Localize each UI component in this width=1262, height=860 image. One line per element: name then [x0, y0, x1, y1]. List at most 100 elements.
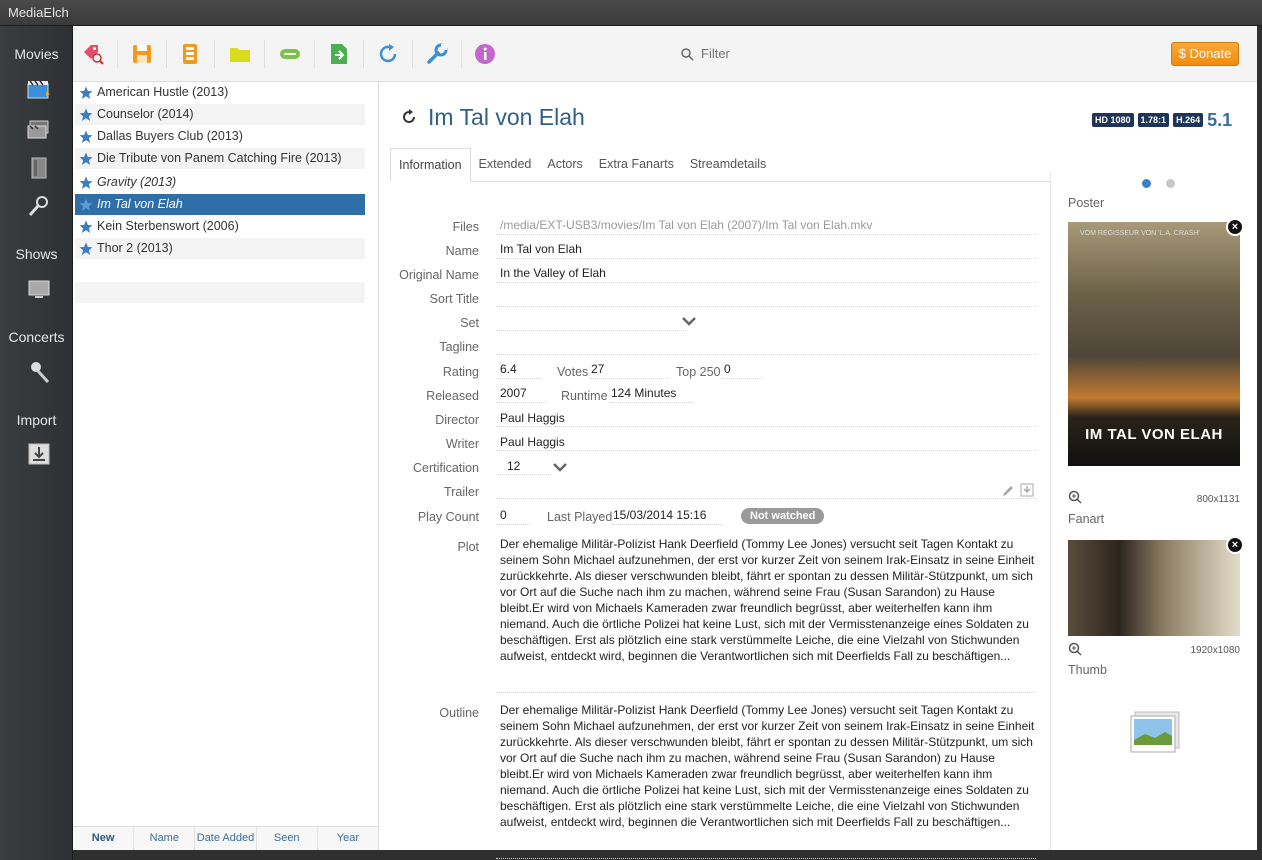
- about-icon[interactable]: [473, 42, 497, 66]
- remove-fanart-icon[interactable]: ×: [1226, 536, 1244, 554]
- certification-icon[interactable]: [26, 194, 52, 218]
- movie-list-item[interactable]: American Hustle (2013): [75, 82, 365, 103]
- search-icon: [681, 48, 694, 61]
- movie-sets-icon[interactable]: [26, 118, 52, 142]
- edit-icon[interactable]: [1001, 484, 1015, 498]
- rating-label: Rating: [442, 365, 479, 379]
- settings-icon[interactable]: [425, 42, 449, 66]
- movie-list-item[interactable]: Dallas Buyers Club (2013): [75, 126, 365, 147]
- tab-extended[interactable]: Extended: [471, 148, 540, 181]
- zoom-in-icon[interactable]: [1068, 490, 1082, 504]
- main-area: Filter $ Donate American Hustle (2013) C…: [73, 26, 1257, 859]
- poster-resolution: 800x1131: [1196, 494, 1240, 505]
- field-divider: [611, 524, 723, 525]
- movie-title: Dallas Buyers Club (2013): [97, 129, 243, 143]
- watched-status-badge[interactable]: Not watched: [741, 508, 825, 524]
- top250-label: Top 250: [676, 365, 721, 379]
- sort-tab-name[interactable]: Name: [134, 827, 196, 850]
- reload-icon[interactable]: [376, 42, 400, 66]
- toolbar-divider: [412, 40, 413, 68]
- field-divider: [496, 282, 1036, 283]
- revert-icon[interactable]: [400, 108, 418, 126]
- last-played-field[interactable]: 15/03/2014 15:16: [613, 508, 706, 522]
- outline-field[interactable]: Der ehemalige Militär-Polizist Hank Deer…: [500, 702, 1036, 830]
- writer-field[interactable]: Paul Haggis: [500, 435, 565, 449]
- save-all-icon[interactable]: [178, 42, 202, 66]
- open-folder-icon[interactable]: [228, 42, 252, 66]
- tv-icon[interactable]: [26, 278, 52, 302]
- certification-select[interactable]: 12: [507, 459, 520, 473]
- name-field[interactable]: Im Tal von Elah: [500, 242, 582, 256]
- page-dot-active[interactable]: [1142, 179, 1151, 188]
- field-divider: [722, 378, 762, 379]
- set-label: Set: [460, 316, 479, 330]
- sort-title-label: Sort Title: [429, 292, 479, 306]
- save-icon[interactable]: [130, 42, 154, 66]
- star-icon: [79, 152, 93, 165]
- trailer-label: Trailer: [444, 485, 479, 499]
- movie-list-item[interactable]: Gravity (2013): [75, 172, 365, 193]
- fanart-image[interactable]: [1068, 540, 1240, 636]
- nav-shows-label[interactable]: Shows: [0, 246, 73, 262]
- movie-list-item[interactable]: Thor 2 (2013): [75, 238, 365, 259]
- movie-list-item[interactable]: Counselor (2014): [75, 104, 365, 125]
- nav-concerts-label[interactable]: Concerts: [0, 329, 73, 345]
- sort-tab-new[interactable]: New: [73, 827, 135, 850]
- rename-icon[interactable]: [278, 42, 302, 66]
- movie-list-item-selected[interactable]: Im Tal von Elah: [75, 194, 365, 215]
- remove-poster-icon[interactable]: ×: [1226, 218, 1244, 236]
- star-icon: [79, 130, 93, 143]
- writer-label: Writer: [445, 437, 479, 451]
- sort-tab-year[interactable]: Year: [318, 827, 380, 850]
- sort-tab-seen[interactable]: Seen: [257, 827, 318, 850]
- app-window: MediaElch Movies Shows Concerts Import F…: [0, 0, 1262, 860]
- nav-movies-label[interactable]: Movies: [0, 46, 73, 62]
- genres-icon[interactable]: [26, 156, 52, 180]
- set-select[interactable]: [500, 314, 700, 330]
- top250-field[interactable]: 0: [724, 362, 731, 376]
- rating-field[interactable]: 6.4: [500, 362, 517, 376]
- poster-image[interactable]: VOM REGISSEUR VON 'L.A. CRASH' IM TAL VO…: [1068, 222, 1240, 466]
- donate-button[interactable]: $ Donate: [1171, 42, 1239, 66]
- aspect-badge: 1.78:1: [1137, 113, 1170, 127]
- play-count-field[interactable]: 0: [500, 508, 507, 522]
- toolbar-divider: [461, 40, 462, 68]
- sort-tab-date-added[interactable]: Date Added: [195, 827, 257, 850]
- released-field[interactable]: 2007: [500, 386, 527, 400]
- download-icon[interactable]: [1020, 483, 1034, 497]
- chevron-down-icon[interactable]: [552, 462, 568, 472]
- export-icon[interactable]: [327, 42, 351, 66]
- image-placeholder-icon[interactable]: [1129, 710, 1181, 754]
- field-divider: [496, 498, 1036, 499]
- movies-icon[interactable]: [26, 78, 52, 102]
- votes-field[interactable]: 27: [591, 362, 604, 376]
- field-divider: [609, 402, 693, 403]
- movie-list-item[interactable]: Die Tribute von Panem Catching Fire (201…: [75, 148, 365, 169]
- director-field[interactable]: Paul Haggis: [500, 411, 565, 425]
- movie-list-item[interactable]: Kein Sterbenswort (2006): [75, 216, 365, 237]
- import-icon[interactable]: [26, 442, 52, 466]
- director-label: Director: [435, 413, 479, 427]
- zoom-in-icon[interactable]: [1068, 642, 1082, 656]
- last-played-label: Last Played: [547, 510, 613, 524]
- tab-extra-fanarts[interactable]: Extra Fanarts: [591, 148, 682, 181]
- tab-information[interactable]: Information: [390, 148, 471, 182]
- movie-list: American Hustle (2013) Counselor (2014) …: [73, 82, 380, 850]
- original-name-field[interactable]: In the Valley of Elah: [500, 266, 606, 280]
- filter-placeholder: Filter: [701, 46, 730, 61]
- star-icon: [79, 220, 93, 233]
- plot-field[interactable]: Der ehemalige Militär-Polizist Hank Deer…: [500, 536, 1036, 664]
- field-divider: [496, 426, 1036, 427]
- filter-input[interactable]: Filter: [677, 43, 877, 65]
- images-panel: Poster VOM REGISSEUR VON 'L.A. CRASH' IM…: [1050, 172, 1250, 850]
- tab-actors[interactable]: Actors: [539, 148, 590, 181]
- runtime-field[interactable]: 124 Minutes: [611, 386, 676, 400]
- page-dot[interactable]: [1166, 179, 1175, 188]
- microphone-icon[interactable]: [26, 360, 52, 384]
- nav-import-label[interactable]: Import: [0, 412, 73, 428]
- movie-title: Thor 2 (2013): [97, 241, 173, 255]
- tag-search-icon[interactable]: [81, 42, 105, 66]
- chevron-down-icon[interactable]: [681, 316, 697, 326]
- plot-label: Plot: [457, 540, 479, 554]
- tab-streamdetails[interactable]: Streamdetails: [682, 148, 774, 181]
